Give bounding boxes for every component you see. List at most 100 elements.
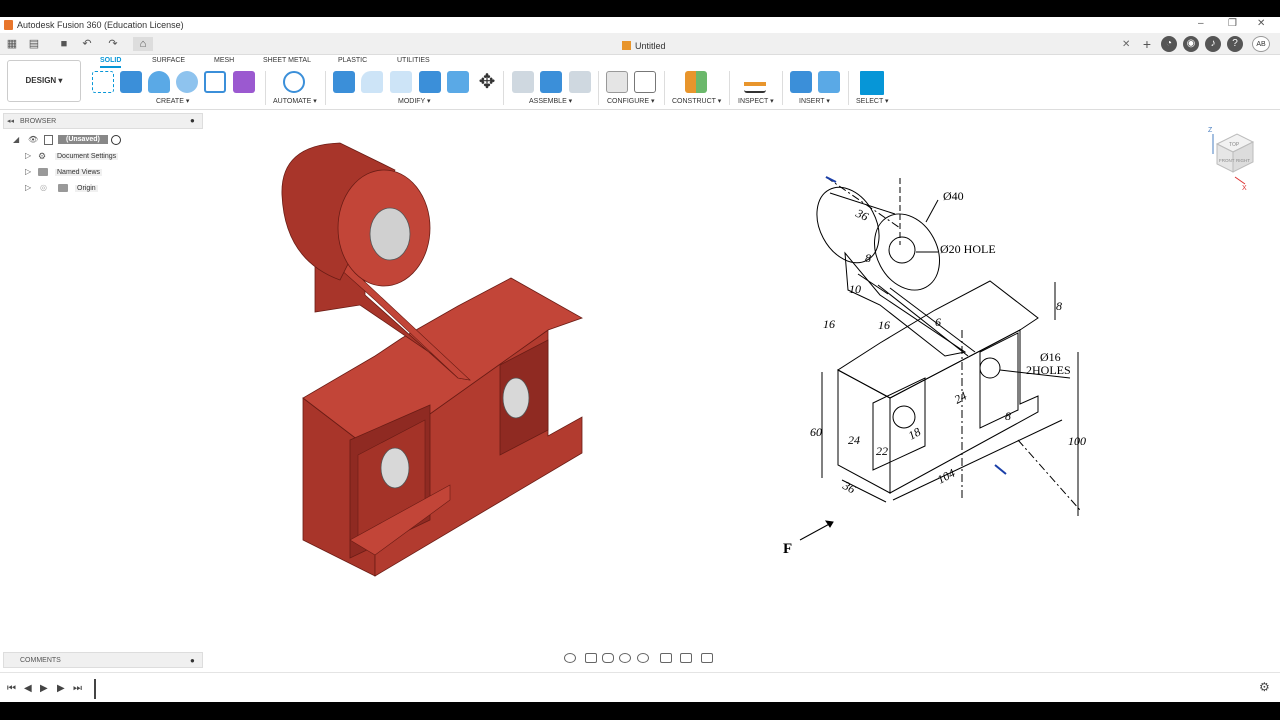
close-tab-icon[interactable]: ✕ bbox=[1122, 39, 1130, 50]
expand-triangle-icon[interactable]: ▷ bbox=[25, 167, 31, 176]
timeline-marker[interactable] bbox=[94, 679, 96, 699]
create-sketch-icon[interactable] bbox=[92, 71, 114, 93]
joint-icon[interactable] bbox=[540, 71, 562, 93]
tab-sheet-metal[interactable]: SHEET METAL bbox=[263, 57, 311, 64]
fusion360-window: Autodesk Fusion 360 (Education License) … bbox=[0, 0, 1280, 720]
insert-group-label[interactable]: INSERT ▾ bbox=[799, 97, 830, 105]
3d-model[interactable] bbox=[281, 142, 583, 577]
as-built-joint-icon[interactable] bbox=[569, 71, 591, 93]
shell-icon[interactable] bbox=[419, 71, 441, 93]
go-to-start-icon[interactable]: ⏮ bbox=[7, 683, 16, 694]
activate-radio-icon[interactable] bbox=[111, 135, 121, 145]
maximize-icon[interactable]: ❐ bbox=[1228, 18, 1237, 29]
configuration-table-icon[interactable] bbox=[634, 71, 656, 93]
configure-group-label[interactable]: CONFIGURE ▾ bbox=[607, 97, 654, 105]
browser-item-document-settings[interactable]: ▷ ⚙ Document Settings bbox=[25, 150, 135, 164]
move-copy-icon[interactable]: ✥ bbox=[476, 71, 498, 93]
canvas-viewport[interactable]: Ø40 Ø20 HOLE Ø16 2HOLES 36 8 10 16 16 8 … bbox=[220, 115, 1180, 645]
step-forward-icon[interactable]: ▶ bbox=[57, 683, 65, 694]
home-icon[interactable]: ⌂ bbox=[133, 37, 153, 51]
tab-mesh[interactable]: MESH bbox=[214, 57, 234, 64]
configure-icon[interactable] bbox=[606, 71, 628, 93]
press-pull-icon[interactable] bbox=[333, 71, 355, 93]
collapse-icon[interactable]: ◂◂ bbox=[7, 117, 14, 125]
viewports-icon[interactable] bbox=[701, 653, 713, 663]
display-settings-icon[interactable] bbox=[660, 653, 672, 663]
dim-24-side: 24 bbox=[952, 389, 969, 407]
pan-hand-icon[interactable] bbox=[602, 653, 614, 663]
combine-icon[interactable] bbox=[447, 71, 469, 93]
tab-solid[interactable]: SOLID bbox=[100, 57, 122, 68]
select-group-label[interactable]: SELECT ▾ bbox=[856, 97, 889, 105]
user-avatar[interactable]: AB bbox=[1252, 36, 1270, 52]
select-cursor-icon[interactable] bbox=[860, 71, 884, 95]
step-back-icon[interactable]: ◀ bbox=[24, 683, 32, 694]
comments-panel[interactable]: COMMENTS ● bbox=[3, 652, 203, 668]
viewcube[interactable]: Z X TOP FRONT RIGHT bbox=[1205, 122, 1265, 192]
offset-plane-icon[interactable] bbox=[685, 71, 707, 93]
job-status-icon[interactable]: ◉ bbox=[1183, 36, 1199, 52]
title-bar: Autodesk Fusion 360 (Education License) … bbox=[0, 17, 1280, 33]
data-panel-grid-icon[interactable]: ▦ bbox=[5, 37, 19, 51]
extensions-icon[interactable]: ◔ bbox=[1161, 36, 1177, 52]
file-menu-icon[interactable]: ▤ bbox=[27, 37, 41, 51]
automate-group-label[interactable]: AUTOMATE ▾ bbox=[273, 97, 317, 105]
revolve-icon[interactable] bbox=[148, 71, 170, 93]
create-form-icon[interactable] bbox=[233, 71, 255, 93]
dim-24-front: 24 bbox=[848, 433, 860, 447]
browser-header[interactable]: ◂◂ BROWSER ● bbox=[3, 113, 203, 129]
ribbon-separator bbox=[848, 71, 849, 105]
browser-item-named-views[interactable]: ▷ Named Views bbox=[25, 166, 125, 180]
tab-utilities[interactable]: UTILITIES bbox=[397, 57, 430, 64]
minimize-icon[interactable]: – bbox=[1198, 18, 1204, 29]
timeline-settings-gear-icon[interactable]: ⚙ bbox=[1259, 680, 1270, 694]
insert-canvas-icon[interactable] bbox=[818, 71, 840, 93]
modify-group-label[interactable]: MODIFY ▾ bbox=[398, 97, 431, 105]
browser-item-origin[interactable]: ▷ ◎ Origin bbox=[25, 182, 125, 196]
fillet-icon[interactable] bbox=[361, 71, 383, 93]
grid-settings-icon[interactable] bbox=[680, 653, 692, 663]
zoom-icon[interactable] bbox=[619, 653, 631, 663]
workspace-switcher-button[interactable]: DESIGN ▾ bbox=[7, 60, 81, 102]
close-window-icon[interactable]: ✕ bbox=[1257, 18, 1265, 29]
create-group-label[interactable]: CREATE ▾ bbox=[156, 97, 189, 105]
hidden-eye-icon[interactable]: ◎ bbox=[40, 184, 50, 192]
look-at-icon[interactable] bbox=[585, 653, 597, 663]
dim-100: 100 bbox=[1068, 434, 1086, 448]
visibility-eye-icon[interactable]: 👁 bbox=[28, 135, 38, 144]
construct-group-label[interactable]: CONSTRUCT ▾ bbox=[672, 97, 721, 105]
expand-triangle-icon[interactable]: ▷ bbox=[25, 183, 31, 192]
assemble-group-label[interactable]: ASSEMBLE ▾ bbox=[529, 97, 572, 105]
document-tab[interactable]: Untitled ✕ bbox=[600, 35, 1135, 55]
hole-icon[interactable] bbox=[176, 71, 198, 93]
quick-access-toolbar: ▦ ▤ ■ ↶ ↷ ⌂ Untitled ✕ + ◔ ◉ ♪ ? AB bbox=[0, 33, 1280, 55]
play-icon[interactable]: ▶ bbox=[40, 683, 48, 694]
save-icon[interactable]: ■ bbox=[57, 37, 71, 51]
go-to-end-icon[interactable]: ⏭ bbox=[73, 683, 82, 694]
tab-surface[interactable]: SURFACE bbox=[152, 57, 185, 64]
fit-icon[interactable] bbox=[637, 653, 649, 663]
help-icon[interactable]: ? bbox=[1227, 36, 1243, 52]
automate-icon[interactable] bbox=[283, 71, 305, 93]
chamfer-icon[interactable] bbox=[390, 71, 412, 93]
notifications-bell-icon[interactable]: ♪ bbox=[1205, 36, 1221, 52]
orbit-icon[interactable] bbox=[564, 653, 576, 663]
insert-derive-icon[interactable] bbox=[790, 71, 812, 93]
browser-root-row[interactable]: ◢ 👁 (Unsaved) bbox=[13, 134, 203, 148]
expand-triangle-icon[interactable]: ▷ bbox=[25, 151, 31, 160]
measure-icon[interactable] bbox=[744, 71, 766, 93]
add-comment-icon[interactable]: ● bbox=[190, 656, 195, 665]
pattern-icon[interactable] bbox=[204, 71, 226, 93]
new-tab-plus-icon[interactable]: + bbox=[1140, 37, 1154, 51]
new-component-icon[interactable] bbox=[512, 71, 534, 93]
extrude-icon[interactable] bbox=[120, 71, 142, 93]
undo-icon[interactable]: ↶ bbox=[80, 37, 94, 51]
tab-plastic[interactable]: PLASTIC bbox=[338, 57, 367, 64]
tree-item-label: Document Settings bbox=[55, 153, 119, 160]
redo-icon[interactable]: ↷ bbox=[106, 37, 120, 51]
expand-triangle-icon[interactable]: ◢ bbox=[13, 135, 19, 144]
pin-icon[interactable]: ● bbox=[190, 116, 195, 125]
gear-icon: ⚙ bbox=[38, 151, 47, 161]
inspect-group-label[interactable]: INSPECT ▾ bbox=[738, 97, 774, 105]
window-title: Autodesk Fusion 360 (Education License) bbox=[17, 20, 184, 30]
